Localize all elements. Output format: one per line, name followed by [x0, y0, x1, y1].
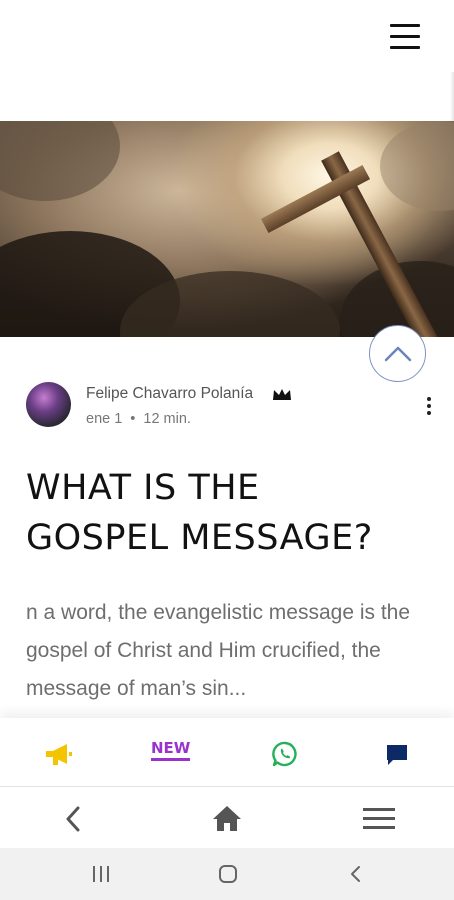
system-back-icon — [351, 866, 360, 882]
author-name[interactable]: Felipe Chavarro Polanía — [86, 385, 253, 403]
top-bar — [0, 0, 454, 120]
post-date: ene 1 — [86, 411, 123, 427]
back-icon — [66, 806, 80, 832]
post-meta: ene 1 • 12 min. — [86, 411, 191, 427]
menu-icon — [363, 808, 395, 829]
chat-tab[interactable] — [354, 718, 444, 786]
nav-back-button[interactable] — [35, 787, 115, 849]
system-back-button[interactable] — [320, 848, 390, 900]
crown-icon — [273, 389, 291, 400]
home-icon — [213, 806, 241, 831]
scroll-up-button[interactable] — [369, 325, 426, 382]
avatar[interactable] — [26, 382, 71, 427]
whatsapp-tab[interactable] — [240, 718, 330, 786]
announcements-tab[interactable] — [14, 718, 104, 786]
chevron-up-icon — [384, 346, 412, 362]
whatsapp-icon — [272, 741, 297, 767]
meta-separator: • — [130, 411, 136, 427]
post-author-row: Felipe Chavarro Polanía ene 1 • 12 min. — [26, 382, 436, 432]
new-tab[interactable]: NEW — [135, 718, 225, 786]
post-title-line-2: GOSPEL MESSAGE? — [26, 518, 373, 558]
new-badge: NEW — [151, 740, 191, 761]
megaphone-icon — [46, 744, 72, 765]
kebab-menu-icon[interactable] — [419, 395, 439, 417]
post-title-line-1: WHAT IS THE — [26, 468, 260, 508]
system-recents-button[interactable] — [66, 848, 136, 900]
system-nav-bar — [0, 848, 454, 900]
hamburger-icon[interactable] — [390, 22, 420, 52]
bottom-action-bar: NEW — [0, 718, 454, 786]
post-excerpt[interactable]: n a word, the evangelistic message is th… — [26, 594, 441, 708]
nav-menu-button[interactable] — [338, 787, 418, 849]
system-home-button[interactable] — [193, 848, 263, 900]
read-time: 12 min. — [143, 411, 191, 427]
chat-icon — [387, 745, 407, 765]
nav-home-button[interactable] — [187, 787, 267, 849]
home-circle-icon — [219, 865, 237, 883]
app-nav-bar — [0, 786, 454, 848]
recents-icon — [93, 866, 109, 882]
post-title[interactable]: WHAT IS THE GOSPEL MESSAGE? — [26, 463, 436, 563]
hero-image — [0, 121, 454, 337]
